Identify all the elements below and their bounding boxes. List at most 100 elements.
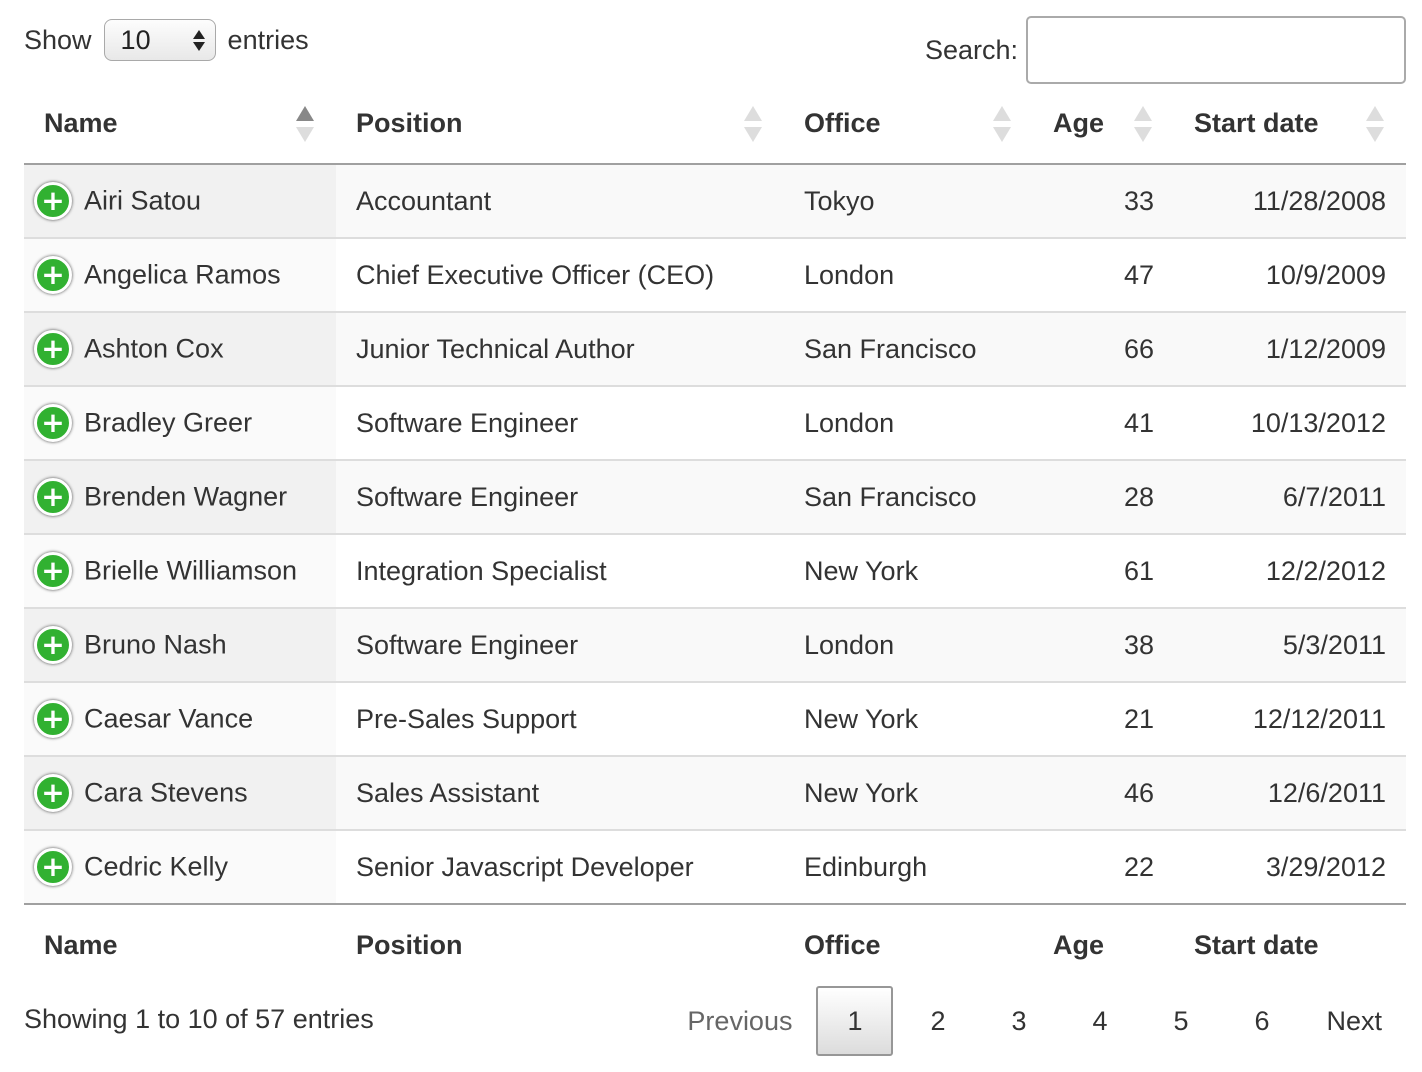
page-button-3[interactable]: 3 bbox=[978, 986, 1059, 1056]
cell-name: + Bradley Greer bbox=[24, 385, 336, 460]
cell-age: 33 bbox=[1033, 164, 1174, 238]
cell-position: Software Engineer bbox=[336, 459, 784, 534]
page-button-5[interactable]: 5 bbox=[1140, 986, 1221, 1056]
data-table: Name Position Office Age Start date + Air… bbox=[24, 84, 1406, 986]
name-text: Cedric Kelly bbox=[84, 851, 229, 882]
cell-name: + Caesar Vance bbox=[24, 681, 336, 756]
cell-start-date: 12/12/2011 bbox=[1174, 681, 1406, 756]
cell-name: + Bruno Nash bbox=[24, 607, 336, 682]
page-length-control: Show 10 entries bbox=[24, 18, 309, 62]
table-row[interactable]: + Bradley Greer Software Engineer London 41 1… bbox=[24, 385, 1406, 460]
plus-circle-icon[interactable]: + bbox=[34, 700, 72, 738]
cell-age: 66 bbox=[1033, 311, 1174, 386]
name-text: Cara Stevens bbox=[84, 777, 248, 808]
page-length-select[interactable]: 10 bbox=[103, 19, 216, 61]
cell-start-date: 10/9/2009 bbox=[1174, 237, 1406, 312]
cell-position: Sales Assistant bbox=[336, 755, 784, 830]
cell-age: 21 bbox=[1033, 681, 1174, 756]
page-button-6[interactable]: 6 bbox=[1221, 986, 1302, 1056]
name-text: Brielle Williamson bbox=[84, 555, 298, 586]
plus-circle-icon[interactable]: + bbox=[34, 774, 72, 812]
column-header-label: Name bbox=[44, 108, 118, 138]
cell-position: Pre-Sales Support bbox=[336, 681, 784, 756]
column-header-office[interactable]: Office bbox=[784, 84, 1033, 165]
cell-start-date: 1/12/2009 bbox=[1174, 311, 1406, 386]
cell-office: London bbox=[784, 237, 1033, 312]
cell-office: San Francisco bbox=[784, 311, 1033, 386]
cell-position: Accountant bbox=[336, 164, 784, 238]
plus-circle-icon[interactable]: + bbox=[34, 404, 72, 442]
sort-asc-icon bbox=[296, 106, 314, 142]
footer-position: Position bbox=[336, 903, 784, 986]
cell-start-date: 11/28/2008 bbox=[1174, 164, 1406, 238]
page-button-1[interactable]: 1 bbox=[816, 986, 894, 1056]
cell-position: Chief Executive Officer (CEO) bbox=[336, 237, 784, 312]
cell-age: 61 bbox=[1033, 533, 1174, 608]
next-button[interactable]: Next bbox=[1302, 986, 1406, 1056]
name-text: Bradley Greer bbox=[84, 407, 253, 438]
cell-name: + Cara Stevens bbox=[24, 755, 336, 830]
cell-office: Tokyo bbox=[784, 164, 1033, 238]
column-header-name[interactable]: Name bbox=[24, 84, 336, 165]
previous-button[interactable]: Previous bbox=[663, 986, 816, 1056]
table-row[interactable]: + Cara Stevens Sales Assistant New York 46 12… bbox=[24, 755, 1406, 830]
table-row[interactable]: + Angelica Ramos Chief Executive Officer (… bbox=[24, 237, 1406, 312]
cell-position: Software Engineer bbox=[336, 607, 784, 682]
column-header-position[interactable]: Position bbox=[336, 84, 784, 165]
column-header-label: Start date bbox=[1194, 108, 1319, 138]
table-row[interactable]: + Bruno Nash Software Engineer London 38 5/3/… bbox=[24, 607, 1406, 682]
table-row[interactable]: + Airi Satou Accountant Tokyo 33 11/28/2008 bbox=[24, 164, 1406, 238]
column-header-start-date[interactable]: Start date bbox=[1174, 84, 1406, 165]
cell-name: + Cedric Kelly bbox=[24, 829, 336, 904]
cell-office: New York bbox=[784, 681, 1033, 756]
name-text: Caesar Vance bbox=[84, 703, 254, 734]
cell-age: 46 bbox=[1033, 755, 1174, 830]
cell-start-date: 12/6/2011 bbox=[1174, 755, 1406, 830]
cell-start-date: 10/13/2012 bbox=[1174, 385, 1406, 460]
cell-age: 22 bbox=[1033, 829, 1174, 904]
cell-age: 41 bbox=[1033, 385, 1174, 460]
search-label: Search: bbox=[924, 34, 1018, 65]
column-header-label: Office bbox=[804, 108, 881, 138]
cell-name: + Ashton Cox bbox=[24, 311, 336, 386]
sort-icon bbox=[744, 106, 762, 142]
search-input[interactable] bbox=[1026, 16, 1406, 84]
table-row[interactable]: + Caesar Vance Pre-Sales Support New York 21… bbox=[24, 681, 1406, 756]
column-header-label: Position bbox=[356, 108, 463, 138]
footer-row: Name Position Office Age Start date bbox=[24, 903, 1406, 986]
table-row[interactable]: + Cedric Kelly Senior Javascript Developer… bbox=[24, 829, 1406, 904]
plus-circle-icon[interactable]: + bbox=[34, 182, 72, 220]
table-row[interactable]: + Brielle Williamson Integration Specialis… bbox=[24, 533, 1406, 608]
plus-circle-icon[interactable]: + bbox=[34, 478, 72, 516]
plus-circle-icon[interactable]: + bbox=[34, 256, 72, 294]
name-text: Ashton Cox bbox=[84, 333, 224, 364]
name-text: Bruno Nash bbox=[84, 629, 227, 660]
cell-start-date: 6/7/2011 bbox=[1174, 459, 1406, 534]
cell-age: 38 bbox=[1033, 607, 1174, 682]
plus-circle-icon[interactable]: + bbox=[34, 848, 72, 886]
plus-circle-icon[interactable]: + bbox=[34, 626, 72, 664]
pagination: Previous 1 2 3 4 5 6 Next bbox=[663, 986, 1406, 1056]
cell-office: London bbox=[784, 607, 1033, 682]
show-label: Show bbox=[24, 24, 92, 55]
name-text: Airi Satou bbox=[84, 185, 202, 216]
table-row[interactable]: + Ashton Cox Junior Technical Author San Fr… bbox=[24, 311, 1406, 386]
name-text: Angelica Ramos bbox=[84, 259, 281, 290]
sort-icon bbox=[1366, 106, 1384, 142]
plus-circle-icon[interactable]: + bbox=[34, 330, 72, 368]
column-header-age[interactable]: Age bbox=[1033, 84, 1174, 165]
page-button-2[interactable]: 2 bbox=[897, 986, 978, 1056]
name-text: Brenden Wagner bbox=[84, 481, 288, 512]
cell-office: New York bbox=[784, 755, 1033, 830]
cell-office: Edinburgh bbox=[784, 829, 1033, 904]
cell-position: Junior Technical Author bbox=[336, 311, 784, 386]
cell-start-date: 3/29/2012 bbox=[1174, 829, 1406, 904]
cell-age: 28 bbox=[1033, 459, 1174, 534]
table-row[interactable]: + Brenden Wagner Software Engineer San Fran… bbox=[24, 459, 1406, 534]
page-button-4[interactable]: 4 bbox=[1059, 986, 1140, 1056]
cell-office: San Francisco bbox=[784, 459, 1033, 534]
page-length-value: 10 bbox=[120, 24, 151, 55]
plus-circle-icon[interactable]: + bbox=[34, 552, 72, 590]
cell-office: London bbox=[784, 385, 1033, 460]
sort-icon bbox=[993, 106, 1011, 142]
